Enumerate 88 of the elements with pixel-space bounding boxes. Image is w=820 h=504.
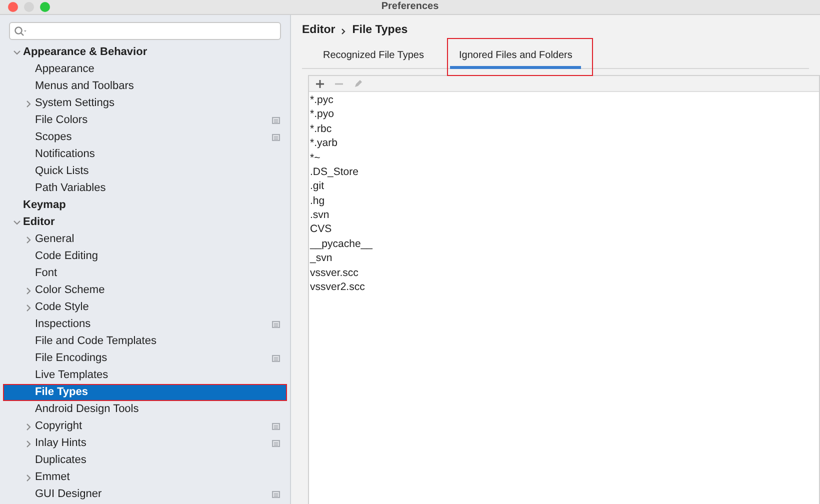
tree-item-label: Keymap (23, 200, 66, 211)
tree-item-label: System Settings (35, 98, 114, 109)
tree-item-label: Path Variables (35, 183, 106, 194)
breadcrumb-item: File Types (352, 23, 408, 38)
tree-item[interactable]: Keymap (3, 197, 287, 214)
expanded-chevron-icon[interactable] (13, 220, 21, 226)
tree-item-label: Editor (23, 217, 55, 228)
tree-item-label: File Types (35, 387, 88, 398)
tree-item[interactable]: Menus and Toolbars (3, 78, 287, 95)
tree-item[interactable]: General (3, 231, 287, 248)
breadcrumb-item[interactable]: Editor (302, 22, 336, 40)
tree-item[interactable]: Code Style (3, 299, 287, 316)
tree-item[interactable]: Appearance (3, 61, 287, 78)
tree-item[interactable]: GUI Designer (3, 486, 287, 503)
tree-item-label: Inlay Hints (35, 438, 86, 449)
list-item[interactable]: *.yarb (309, 136, 819, 151)
tree-item-label: File Encodings (35, 353, 108, 364)
list-item[interactable]: *.rbc (309, 122, 819, 136)
list-item[interactable]: _svn (309, 251, 819, 266)
tree-item-label: Color Scheme (35, 285, 105, 296)
search-field[interactable] (9, 22, 281, 40)
tree-item-label: Code Editing (35, 251, 98, 262)
collapsed-chevron-icon[interactable] (26, 236, 32, 244)
tree-item[interactable]: File Encodings (3, 350, 287, 367)
list-item[interactable]: *~ (309, 150, 819, 165)
list-item[interactable]: vssver.scc (309, 266, 819, 280)
list-item[interactable]: .hg (309, 194, 819, 208)
tree-item-label: Notifications (35, 149, 95, 160)
tab[interactable]: Recognized File Types (314, 45, 433, 69)
tree-item-label: Emmet (35, 472, 70, 483)
tree-item-label: File and Code Templates (35, 336, 156, 347)
tree-item[interactable]: Color Scheme (3, 282, 287, 299)
tab[interactable]: Ignored Files and Folders (450, 45, 582, 69)
list-item[interactable]: .svn (309, 208, 819, 223)
window-title: Preferences (381, 2, 439, 12)
tree-item-label: Inspections (35, 319, 91, 330)
collapsed-chevron-icon[interactable] (26, 304, 32, 312)
tree-item-label: Appearance & Behavior (23, 47, 148, 58)
tree-item-label: Font (35, 268, 58, 279)
tree-item-label: Code Style (35, 302, 89, 313)
tree-item[interactable]: File Colors (3, 112, 287, 129)
tree-item[interactable]: Duplicates (3, 452, 287, 469)
tree-item[interactable]: Live Templates (3, 367, 287, 384)
tree-item-label: Appearance (35, 64, 94, 75)
tree-item-label: General (35, 234, 74, 245)
tree-item-label: Scopes (35, 132, 72, 143)
tree-item[interactable]: File and Code Templates (3, 333, 287, 350)
tree-item[interactable]: System Settings (3, 95, 287, 112)
collapsed-chevron-icon[interactable] (26, 440, 32, 448)
list-item[interactable]: .git (309, 179, 819, 194)
tree-item-label: GUI Designer (35, 489, 102, 500)
tree-item[interactable]: Appearance & Behavior (3, 44, 287, 61)
tree-item[interactable]: Copyright (3, 418, 287, 435)
tree-item-label: Duplicates (35, 455, 86, 466)
zoom-button[interactable] (40, 2, 50, 12)
tree-item-label: Copyright (35, 421, 82, 432)
tree-item[interactable]: Inlay Hints (3, 435, 287, 452)
tree-item[interactable]: Path Variables (3, 180, 287, 197)
tree-item[interactable]: Android Design Tools (3, 401, 287, 418)
expanded-chevron-icon[interactable] (13, 50, 21, 56)
tree-item[interactable]: Editor (3, 214, 287, 231)
tree-item[interactable]: Notifications (3, 146, 287, 163)
list-item[interactable]: *.pyo (309, 107, 819, 122)
list-item[interactable]: CVS (309, 222, 819, 237)
tree-item[interactable]: Code Editing (3, 248, 287, 265)
breadcrumb-chevron-icon (341, 28, 346, 34)
tree-item-label: File Colors (35, 115, 88, 126)
add-icon[interactable] (314, 78, 324, 88)
search-icon (14, 26, 27, 36)
tree-item[interactable]: Inspections (3, 316, 287, 333)
list-item[interactable]: __pycache__ (309, 236, 819, 252)
list-item[interactable]: vssver2.scc (309, 280, 819, 294)
tree-item-label: Android Design Tools (35, 404, 139, 415)
tree-item-label: Menus and Toolbars (35, 81, 134, 92)
tree-item[interactable]: Emmet (3, 469, 287, 486)
list-item[interactable]: *.pyc (309, 93, 819, 108)
tree-item-label: Quick Lists (35, 166, 89, 177)
tree-item[interactable]: File Types (3, 384, 287, 401)
collapsed-chevron-icon[interactable] (26, 286, 32, 294)
tree-item-label: Live Templates (35, 370, 108, 381)
collapsed-chevron-icon[interactable] (26, 474, 32, 482)
tree-item[interactable]: Font (3, 265, 287, 282)
tree-item[interactable]: Quick Lists (3, 163, 287, 180)
close-button[interactable] (8, 2, 18, 12)
list-item[interactable]: .DS_Store (309, 164, 819, 180)
tree-item[interactable]: Scopes (3, 129, 287, 146)
collapsed-chevron-icon[interactable] (26, 100, 32, 108)
collapsed-chevron-icon[interactable] (26, 422, 32, 430)
